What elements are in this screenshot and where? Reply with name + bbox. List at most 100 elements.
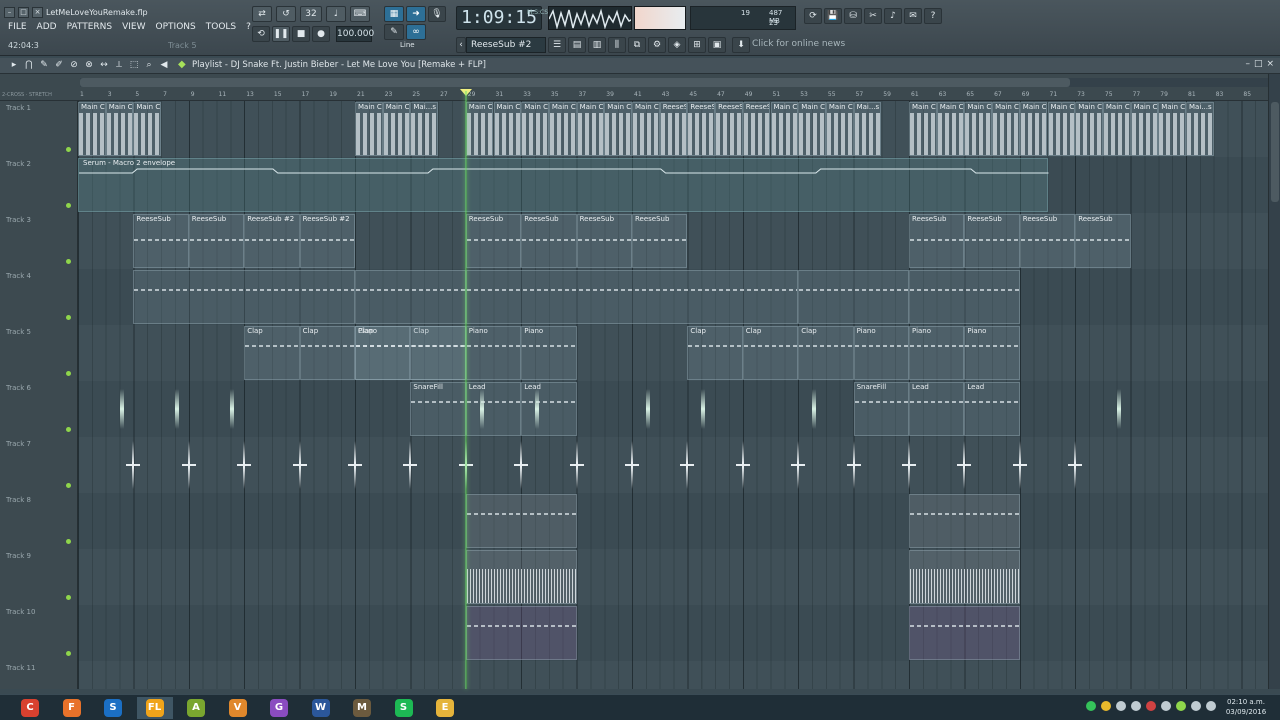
taskbar-app-app-7[interactable]: G	[261, 697, 297, 719]
pattern-clip[interactable]: Main C..rds #2	[936, 102, 965, 156]
kick-clip[interactable]	[1012, 441, 1027, 489]
typing-keyboard-icon[interactable]: ⌨	[350, 6, 370, 22]
pencil-icon[interactable]: ✎	[384, 24, 404, 40]
audio-hit-clip[interactable]	[812, 389, 817, 429]
pattern-clip[interactable]: ReeseSub	[1075, 214, 1131, 268]
horizontal-scroll-thumb[interactable]	[80, 78, 1070, 87]
pattern-clip[interactable]: Piano	[909, 326, 965, 380]
select-tool-icon[interactable]: ⬚	[128, 59, 140, 72]
track-mute-led[interactable]	[66, 595, 71, 600]
taskbar-app-app-9[interactable]: M	[344, 697, 380, 719]
track-lane[interactable]: Clap Clap Clap Clap Piano Piano Piano Clap Clap C…	[78, 325, 1268, 381]
track-lane[interactable]	[78, 493, 1268, 549]
kick-clip[interactable]	[237, 441, 252, 489]
pattern-clip[interactable]: Main C..rds #2	[632, 102, 660, 156]
pattern-clip[interactable]: Main C..rds #2	[133, 102, 162, 156]
pattern-clip[interactable]: ReeseSub	[521, 214, 577, 268]
pattern-clip[interactable]: ReeseSub	[576, 214, 632, 268]
pattern-clip[interactable]: ReeseSub #2	[687, 102, 716, 156]
plugin-picker-icon[interactable]: ⚙	[648, 37, 666, 53]
pattern-clip[interactable]: Main C..rds #2	[1075, 102, 1103, 156]
channel-rack-icon[interactable]: ▥	[588, 37, 606, 53]
track-lane[interactable]	[78, 605, 1268, 661]
zoom-tool-icon[interactable]: ⌕	[143, 59, 155, 72]
pattern-clip[interactable]	[355, 270, 466, 324]
track-mute-led[interactable]	[66, 147, 71, 152]
track-header[interactable]: Track 6	[0, 381, 78, 437]
pattern-clip[interactable]: Main C..rds #2	[825, 102, 854, 156]
help-icon[interactable]: ?	[924, 8, 942, 24]
pattern-clip[interactable]: ReeseSub	[632, 214, 688, 268]
pattern-clip[interactable]: Mai...s #2	[410, 102, 439, 156]
midi-icon[interactable]: ⊞	[688, 37, 706, 53]
loop-icon[interactable]: ↺	[276, 6, 296, 22]
snap-mode-label[interactable]: Line	[400, 41, 415, 49]
pattern-clip[interactable]: Main C..rds #2	[548, 102, 577, 156]
kick-clip[interactable]	[181, 441, 196, 489]
audio-hit-clip[interactable]	[479, 389, 484, 429]
kick-clip[interactable]	[1068, 441, 1083, 489]
pattern-clip[interactable]	[909, 494, 1020, 548]
track-lane[interactable]	[78, 661, 1268, 689]
tray-volume-icon[interactable]	[1131, 701, 1141, 711]
taskbar-app-chrome[interactable]: C	[12, 697, 48, 719]
audio-hit-clip[interactable]	[535, 389, 540, 429]
track-header[interactable]: Track 10	[0, 605, 78, 661]
arrow-right-icon[interactable]: ▸	[8, 59, 20, 72]
slice-tool-icon[interactable]: ⟂	[113, 59, 125, 72]
taskbar-app-fl-studio[interactable]: FL	[136, 697, 173, 719]
pattern-clip[interactable]: Main C..rds #2	[521, 102, 549, 156]
kick-clip[interactable]	[403, 441, 418, 489]
online-news-link[interactable]: Click for online news	[752, 37, 862, 53]
pattern-clip[interactable]: ReeseSub	[1019, 214, 1076, 268]
refresh-icon[interactable]: ⟳	[804, 8, 822, 24]
piano-roll-icon[interactable]: ▤	[568, 37, 586, 53]
playback-tool-icon[interactable]: ◀	[158, 59, 170, 72]
record-button[interactable]: ●	[312, 26, 330, 42]
audio-hit-clip[interactable]	[1116, 389, 1121, 429]
menu-item-options[interactable]: OPTIONS	[154, 21, 198, 33]
chat-icon[interactable]: ✉	[904, 8, 922, 24]
pattern-clip[interactable]: Mai...s #2	[1186, 102, 1214, 156]
track-header[interactable]: Track 3	[0, 213, 78, 269]
kick-clip[interactable]	[846, 441, 861, 489]
stop-button[interactable]: ■	[292, 26, 310, 42]
playlist-arrow-icon[interactable]: ➜	[406, 6, 426, 22]
pattern-clip[interactable]: Clap	[244, 326, 300, 380]
pattern-clip[interactable]: Lead	[521, 382, 577, 436]
mixer-icon[interactable]: ⫼	[608, 37, 626, 53]
audio-mic-icon[interactable]: ♪	[884, 8, 902, 24]
track-header[interactable]: Track 1	[0, 101, 78, 157]
prev-pattern-icon[interactable]: ‹	[456, 37, 466, 53]
microphone-icon[interactable]: 🎙	[428, 6, 446, 22]
track-header[interactable]: Track 8	[0, 493, 78, 549]
pattern-clip[interactable]: ReeseSub	[188, 214, 245, 268]
playlist-minimize-icon[interactable]: –	[1245, 59, 1250, 69]
macro-icon[interactable]: ▣	[708, 37, 726, 53]
taskbar-app-word[interactable]: W	[303, 697, 339, 719]
taskbar-app-firefox[interactable]: F	[54, 697, 90, 719]
pattern-clip[interactable]: Lead	[909, 382, 965, 436]
pattern-clip[interactable]: SnareFill	[410, 382, 466, 436]
track-mute-led[interactable]	[66, 651, 71, 656]
pattern-clip[interactable]: ReeseSub #2	[299, 214, 355, 268]
mute-tool-icon[interactable]: ⊗	[83, 59, 95, 72]
pattern-clip[interactable]: Main C..rds #2	[1047, 102, 1076, 156]
kick-clip[interactable]	[569, 441, 584, 489]
automation-clip[interactable]: Serum - Macro 2 envelope	[78, 158, 1049, 212]
pattern-clip[interactable]: Clap	[742, 326, 799, 380]
playlist-icon[interactable]: ☰	[548, 37, 566, 53]
vertical-scrollbar[interactable]	[1268, 74, 1280, 689]
pattern-clip[interactable]: ReeseSub #2	[659, 102, 688, 156]
track-mute-led[interactable]	[66, 427, 71, 432]
track-header[interactable]: Track 7	[0, 437, 78, 493]
menu-item-file[interactable]: FILE	[6, 21, 29, 33]
pattern-clip[interactable]: Main C..rds #2	[798, 102, 826, 156]
kick-clip[interactable]	[957, 441, 972, 489]
pattern-clip[interactable]: Main C..rds #2	[1130, 102, 1159, 156]
slip-tool-icon[interactable]: ↔	[98, 59, 110, 72]
track-lane[interactable]	[78, 437, 1268, 493]
kick-clip[interactable]	[680, 441, 695, 489]
menu-item-add[interactable]: ADD	[35, 21, 59, 33]
pencil-tool-icon[interactable]: ✎	[38, 59, 50, 72]
